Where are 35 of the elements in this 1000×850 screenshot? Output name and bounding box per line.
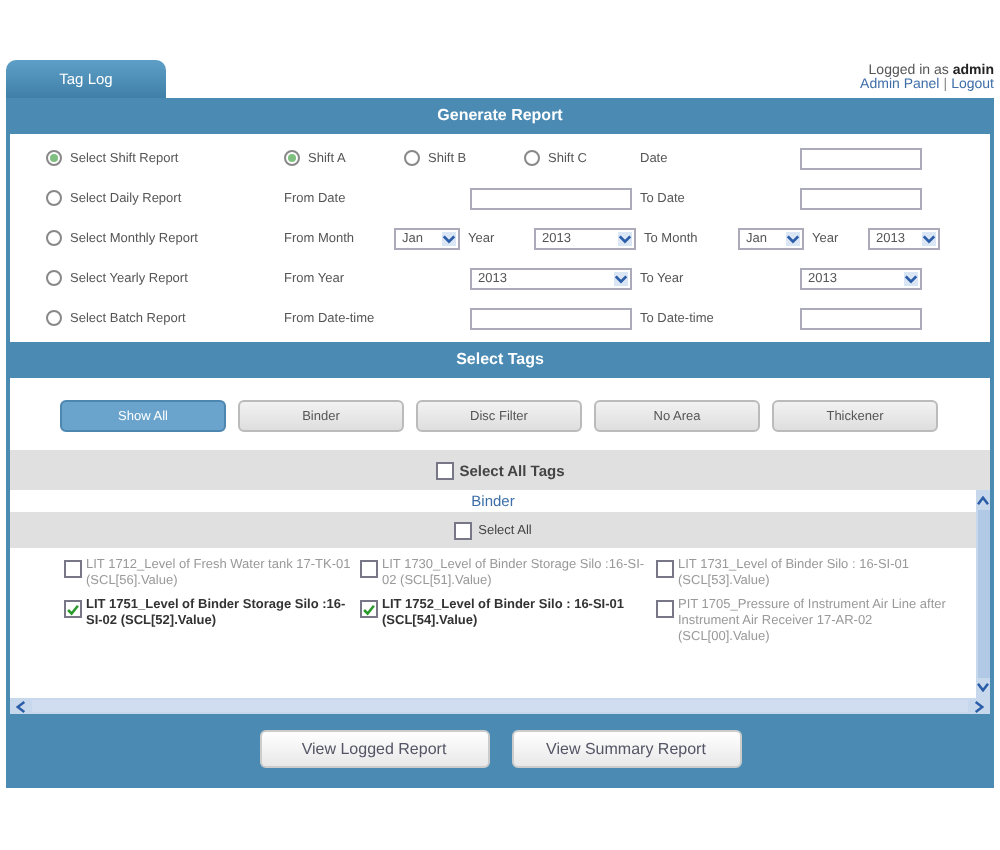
- checkbox[interactable]: [360, 600, 378, 618]
- checkbox[interactable]: [656, 600, 674, 618]
- date-field[interactable]: [800, 307, 922, 329]
- checkbox[interactable]: [454, 521, 473, 539]
- scroll-left-icon[interactable]: [16, 699, 26, 713]
- report-button[interactable]: View Summary Report: [511, 730, 741, 768]
- checkbox[interactable]: [64, 600, 82, 618]
- scroll-right-icon[interactable]: [974, 699, 984, 713]
- radio-button[interactable]: [524, 150, 540, 166]
- date-field[interactable]: [470, 307, 632, 329]
- radio-button[interactable]: [404, 150, 420, 166]
- vertical-scrollbar[interactable]: [976, 490, 990, 698]
- caret-icon: [614, 271, 628, 285]
- report-button[interactable]: View Logged Report: [259, 730, 489, 768]
- caret-icon: [618, 231, 632, 245]
- caret-icon: [442, 231, 456, 245]
- date-field[interactable]: [800, 147, 922, 169]
- checkbox[interactable]: [64, 560, 82, 578]
- scroll-down-icon[interactable]: [976, 682, 990, 692]
- radio-button[interactable]: [46, 190, 62, 206]
- radio-button[interactable]: [46, 270, 62, 286]
- radio-button[interactable]: [46, 150, 62, 166]
- caret-icon: [786, 231, 800, 245]
- radio-button[interactable]: [46, 310, 62, 326]
- scroll-up-icon[interactable]: [976, 496, 990, 506]
- caret-icon: [904, 271, 918, 285]
- radio-button[interactable]: [284, 150, 300, 166]
- checkbox[interactable]: [435, 461, 454, 479]
- horizontal-scrollbar[interactable]: [10, 698, 990, 714]
- date-field[interactable]: [470, 187, 632, 209]
- checkbox[interactable]: [656, 560, 674, 578]
- caret-icon: [922, 231, 936, 245]
- date-field[interactable]: [800, 187, 922, 209]
- checkbox[interactable]: [360, 560, 378, 578]
- radio-button[interactable]: [46, 230, 62, 246]
